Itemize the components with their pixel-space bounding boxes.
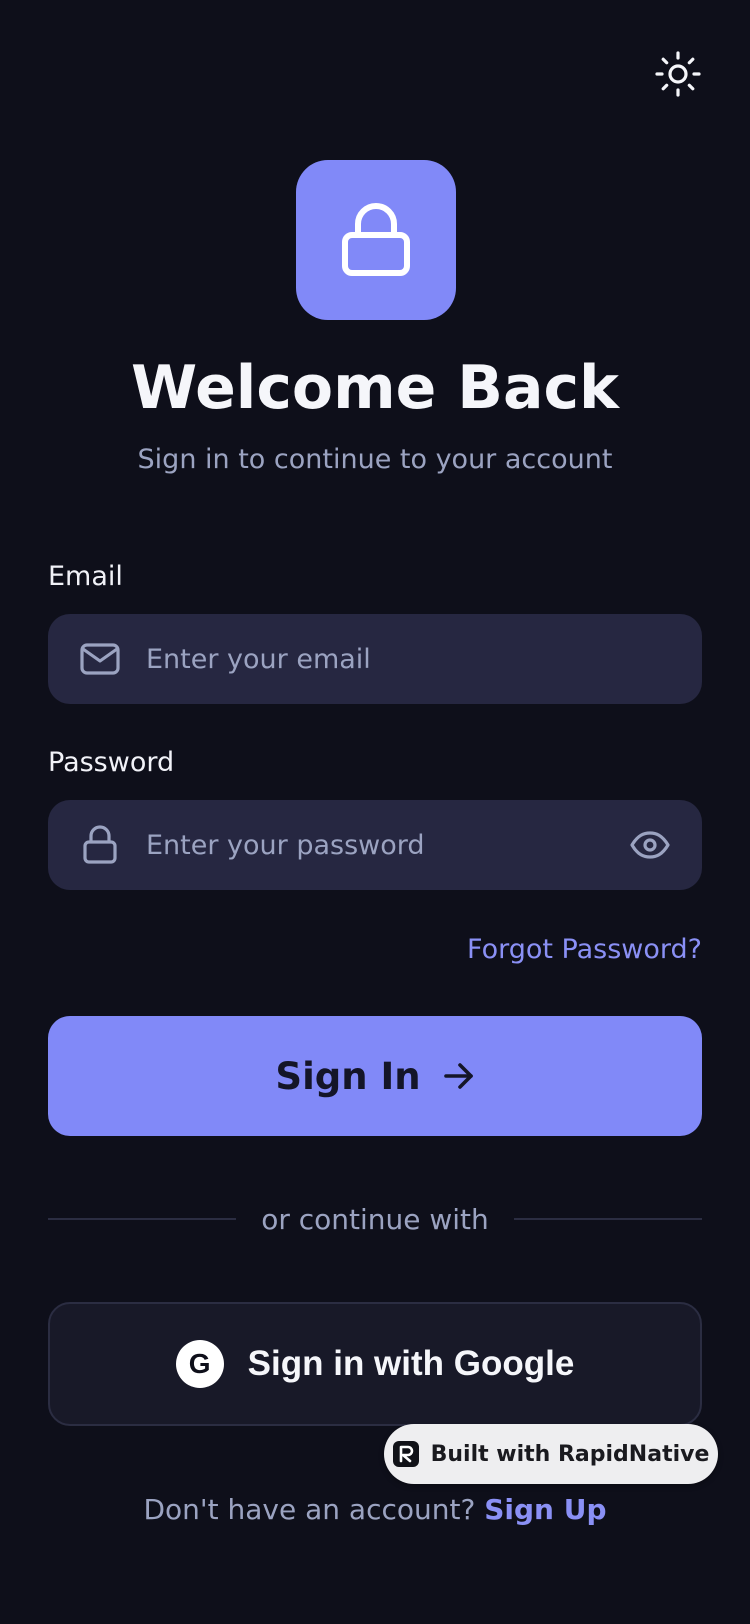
sign-up-prompt: Don't have an account? Sign Up xyxy=(0,1490,750,1530)
sign-up-link[interactable]: Sign Up xyxy=(484,1493,606,1526)
built-with-label: Built with RapidNative xyxy=(430,1441,710,1467)
page-title: Welcome Back xyxy=(131,353,619,423)
app-logo xyxy=(296,160,456,320)
google-icon: G xyxy=(175,1340,224,1388)
show-password-button[interactable] xyxy=(628,823,672,867)
sign-in-button[interactable]: Sign In xyxy=(48,1016,702,1136)
rapidnative-logo-icon xyxy=(392,1441,419,1467)
email-label: Email xyxy=(48,561,123,592)
email-input[interactable] xyxy=(146,614,626,704)
page-subtitle: Sign in to continue to your account xyxy=(137,444,613,475)
lock-icon xyxy=(78,825,122,865)
google-sign-in-label: Sign in with Google xyxy=(247,1344,575,1383)
password-field[interactable] xyxy=(48,800,702,890)
google-sign-in-button[interactable]: G Sign in with Google xyxy=(48,1302,702,1426)
email-field[interactable] xyxy=(48,614,702,704)
divider-line-right xyxy=(514,1218,702,1220)
mail-icon xyxy=(78,639,122,679)
built-with-badge[interactable]: Built with RapidNative xyxy=(384,1424,718,1484)
divider-label: or continue with xyxy=(261,1203,489,1236)
sign-up-question: Don't have an account? xyxy=(143,1493,476,1526)
sun-icon xyxy=(655,51,701,97)
lock-icon xyxy=(342,203,410,276)
eye-icon xyxy=(630,831,670,859)
forgot-password-link[interactable]: Forgot Password? xyxy=(467,930,702,970)
password-input[interactable] xyxy=(146,800,626,890)
sign-in-screen: Welcome Back Sign in to continue to your… xyxy=(0,0,750,1624)
password-label: Password xyxy=(48,747,175,778)
theme-toggle-button[interactable] xyxy=(652,48,704,100)
sign-in-label: Sign In xyxy=(275,1054,421,1098)
arrow-right-icon xyxy=(443,1063,473,1089)
